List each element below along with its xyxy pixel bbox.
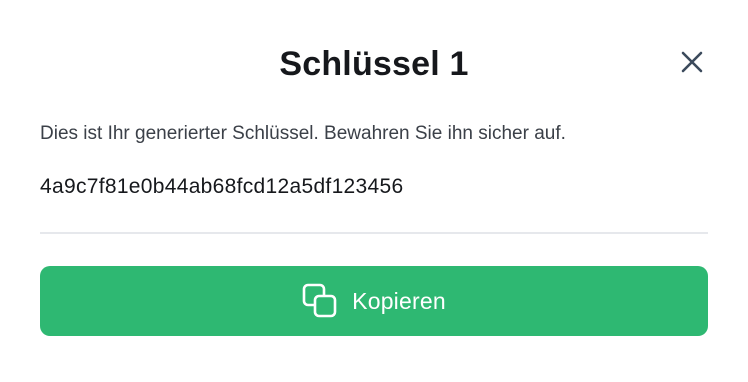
copy-icon xyxy=(302,283,338,319)
copy-button-label: Kopieren xyxy=(352,287,446,314)
divider xyxy=(40,232,708,234)
dialog-description: Dies ist Ihr generierter Schlüssel. Bewa… xyxy=(40,123,566,144)
key-dialog: Schlüssel 1 Dies ist Ihr generierter Sch… xyxy=(0,0,748,382)
copy-button[interactable]: Kopieren xyxy=(40,266,708,336)
generated-key: 4a9c7f81e0b44ab68fcd12a5df123456 xyxy=(40,175,404,198)
close-button[interactable] xyxy=(676,46,708,78)
close-icon xyxy=(680,50,704,74)
dialog-title: Schlüssel 1 xyxy=(279,45,469,83)
